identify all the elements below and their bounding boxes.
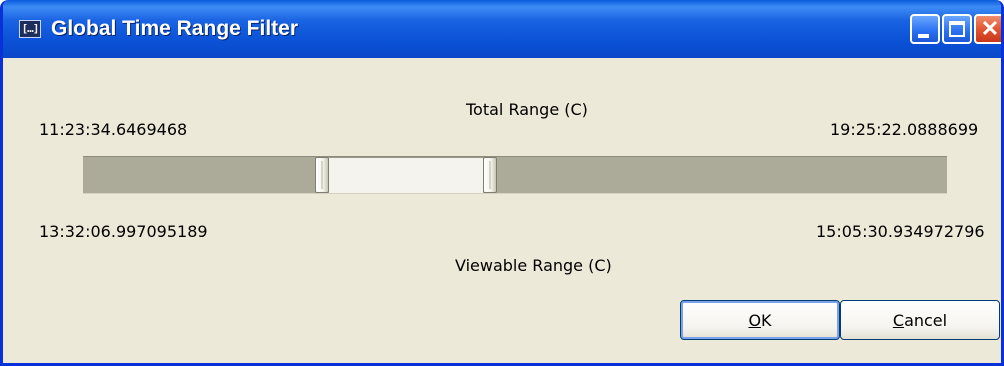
viewable-range-start: 13:32:06.997095189 (39, 222, 208, 241)
total-range-label: Total Range (C) (466, 100, 588, 119)
time-range-slider[interactable] (83, 156, 947, 194)
title-bar[interactable]: […] Global Time Range Filter ✕ (3, 0, 1001, 58)
close-icon: ✕ (980, 16, 1000, 41)
cancel-label-rest: ancel (904, 310, 948, 330)
ok-mnemonic: O (748, 310, 762, 330)
range-start-handle[interactable] (315, 157, 329, 193)
ok-button[interactable]: OK (680, 300, 840, 340)
total-range-start: 11:23:34.6469468 (39, 120, 188, 139)
maximize-icon (949, 21, 965, 37)
maximize-button[interactable] (942, 14, 972, 44)
viewable-range-label: Viewable Range (C) (455, 256, 612, 275)
minimize-button[interactable] (910, 14, 940, 44)
close-button[interactable]: ✕ (974, 14, 1001, 44)
minimize-icon (918, 34, 929, 38)
dialog-window: […] Global Time Range Filter ✕ Total Ran… (0, 0, 1004, 366)
cancel-mnemonic: C (892, 310, 905, 330)
cancel-button[interactable]: Cancel (840, 300, 1000, 340)
range-end-handle[interactable] (483, 157, 497, 193)
window-title: Global Time Range Filter (51, 17, 298, 40)
viewable-range-end: 15:05:30.934972796 (816, 222, 985, 241)
selected-range[interactable] (329, 157, 483, 193)
app-icon-glyph: […] (18, 20, 42, 38)
dialog-body: Total Range (C) 11:23:34.6469468 19:25:2… (3, 58, 1001, 363)
ok-label-rest: K (761, 310, 772, 330)
total-range-end: 19:25:22.0888699 (830, 120, 979, 139)
app-icon: […] (13, 20, 47, 38)
